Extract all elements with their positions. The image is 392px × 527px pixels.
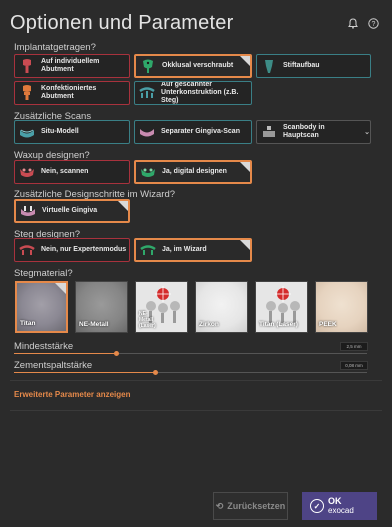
material-ne-metall-laser[interactable]: NE-Metall (Laser) bbox=[135, 281, 188, 333]
advanced-parameters-link[interactable]: Erweiterte Parameter anzeigen bbox=[14, 390, 131, 399]
selected-check-icon bbox=[240, 240, 250, 250]
scan-option-gingiva-scan[interactable]: Separater Gingiva-Scan bbox=[134, 120, 252, 144]
implant-option-scanned-substructure[interactable]: Auf gescannter Unterkonstruktion (z.B. S… bbox=[134, 81, 252, 105]
wizard-option-label: Virtuelle Gingiva bbox=[42, 207, 98, 214]
waxup-option-label: Nein, scannen bbox=[41, 168, 89, 175]
gingiva-scan-icon bbox=[139, 124, 155, 140]
ok-button[interactable]: ✓ OK exocad bbox=[302, 492, 377, 520]
implant-option-occlusal-screwed[interactable]: Okklusal verschraubt bbox=[134, 54, 252, 78]
implant-option-label: Stiftaufbau bbox=[283, 62, 320, 69]
post-core-icon bbox=[261, 58, 277, 74]
min-thickness-slider[interactable] bbox=[14, 351, 367, 356]
selected-check-icon bbox=[55, 283, 66, 294]
min-thickness-label: Mindeststärke bbox=[14, 341, 74, 352]
prefab-abutment-icon bbox=[19, 85, 35, 101]
implant-option-label: Okklusal verschraubt bbox=[162, 62, 234, 69]
virtual-gingiva-icon bbox=[20, 203, 36, 219]
slider-fill bbox=[14, 353, 116, 354]
material-label: NE-Metall bbox=[79, 321, 109, 328]
scan-option-situ-model[interactable]: Situ-Modell bbox=[14, 120, 130, 144]
scan-option-label: Situ-Modell bbox=[41, 128, 79, 135]
selected-check-icon bbox=[240, 162, 250, 172]
screwed-crown-icon bbox=[140, 58, 156, 74]
waxup-digital-icon bbox=[140, 164, 156, 180]
material-titan-laser[interactable]: Titan (Laser) bbox=[255, 281, 308, 333]
selected-check-icon bbox=[240, 56, 250, 66]
ok-label: OK bbox=[328, 496, 342, 506]
min-thickness-value[interactable]: 2,5 mm bbox=[340, 342, 368, 351]
material-peek[interactable]: PEEK bbox=[315, 281, 368, 333]
reset-label: Zurücksetzen bbox=[227, 501, 286, 511]
implant-option-label: Auf gescannter Unterkonstruktion (z.B. S… bbox=[161, 81, 239, 104]
bell-icon[interactable] bbox=[347, 18, 359, 30]
material-titan[interactable]: Titan bbox=[15, 281, 68, 333]
bar-expert-icon bbox=[19, 242, 35, 258]
bar-option-expert-only[interactable]: Nein, nur Expertenmodus bbox=[14, 238, 130, 262]
bar-option-wizard[interactable]: Ja, im Wizard bbox=[134, 238, 252, 262]
waxup-option-no-scan[interactable]: Nein, scannen bbox=[14, 160, 130, 184]
bar-option-label: Nein, nur Expertenmodus bbox=[41, 246, 127, 253]
situ-model-icon bbox=[19, 124, 35, 140]
abutment-icon bbox=[19, 58, 35, 74]
reset-button[interactable]: ⟲ Zurücksetzen bbox=[213, 492, 288, 520]
section-implant-label: Implantatgetragen? bbox=[14, 42, 96, 53]
material-zirkon[interactable]: Zirkon bbox=[195, 281, 248, 333]
section-material-label: Stegmaterial? bbox=[14, 268, 73, 279]
slider-knob[interactable] bbox=[153, 370, 158, 375]
bar-substructure-icon bbox=[139, 85, 155, 101]
cement-gap-value[interactable]: 0,08 mm bbox=[340, 361, 368, 370]
implant-option-prefab-abutment[interactable]: Konfektioniertes Abutment bbox=[14, 81, 130, 105]
slider-fill bbox=[14, 372, 155, 373]
svg-text:?: ? bbox=[371, 21, 375, 28]
divider bbox=[10, 380, 382, 381]
scanbody-icon bbox=[261, 124, 277, 140]
implant-option-post-core[interactable]: Stiftaufbau bbox=[256, 54, 371, 78]
implant-option-individual-abutment[interactable]: Auf individuellem Abutment bbox=[14, 54, 130, 78]
scan-option-label: Separater Gingiva-Scan bbox=[161, 128, 240, 135]
waxup-scan-icon bbox=[19, 164, 35, 180]
bar-wizard-icon bbox=[140, 242, 156, 258]
waxup-option-label: Ja, digital designen bbox=[162, 168, 227, 175]
brand-label: exocad bbox=[328, 506, 354, 515]
reset-icon: ⟲ bbox=[215, 500, 224, 511]
material-label: Zirkon bbox=[199, 321, 219, 328]
scan-option-scanbody-dropdown[interactable]: Scanbody in Hauptscan ⌄ bbox=[256, 120, 371, 144]
waxup-option-digital[interactable]: Ja, digital designen bbox=[134, 160, 252, 184]
bar-option-label: Ja, im Wizard bbox=[162, 246, 207, 253]
slider-knob[interactable] bbox=[114, 351, 119, 356]
material-label: Titan (Laser) bbox=[259, 321, 298, 328]
cement-gap-label: Zementspaltstärke bbox=[14, 360, 93, 371]
selected-check-icon bbox=[118, 201, 128, 211]
cement-gap-slider[interactable] bbox=[14, 370, 367, 375]
help-icon[interactable]: ? bbox=[367, 18, 379, 30]
wizard-option-virtual-gingiva[interactable]: Virtuelle Gingiva bbox=[14, 199, 130, 223]
divider bbox=[10, 410, 382, 411]
material-label: NE-Metall (Laser) bbox=[139, 311, 156, 329]
page-title: Optionen und Parameter bbox=[10, 12, 234, 34]
exocad-logo-icon: ✓ bbox=[310, 499, 324, 513]
material-label: Titan bbox=[20, 320, 36, 327]
material-ne-metall[interactable]: NE-Metall bbox=[75, 281, 128, 333]
implant-option-label: Auf individuellem Abutment bbox=[41, 58, 100, 73]
scan-option-label: Scanbody in Hauptscan bbox=[283, 124, 325, 139]
material-label: PEEK bbox=[319, 321, 337, 328]
laser-icon bbox=[266, 286, 300, 323]
implant-option-label: Konfektioniertes Abutment bbox=[41, 85, 97, 100]
chevron-down-icon: ⌄ bbox=[364, 129, 370, 136]
